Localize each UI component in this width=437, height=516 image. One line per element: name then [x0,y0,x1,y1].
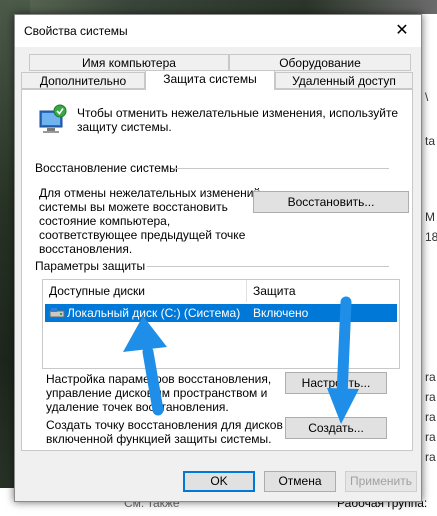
arrow-up-icon [123,316,167,416]
tab-system-protection[interactable]: Защита системы [145,70,275,90]
arrow-down-icon [327,296,359,424]
